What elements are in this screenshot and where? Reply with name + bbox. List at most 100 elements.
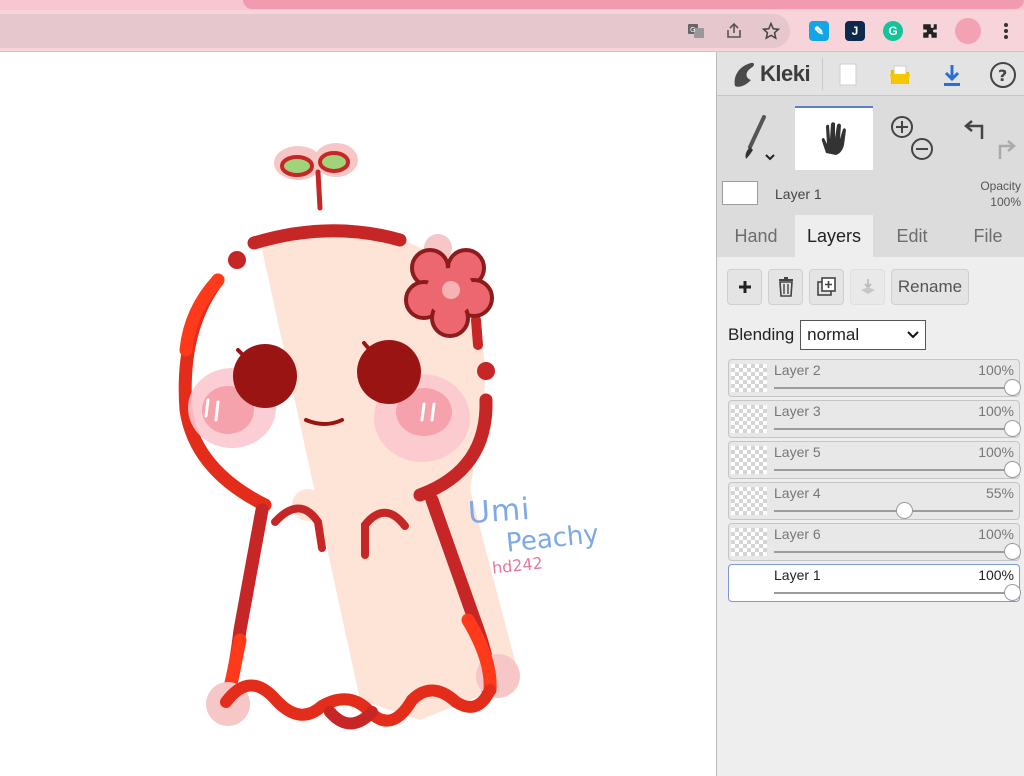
header-divider (822, 58, 823, 90)
plus-icon (738, 281, 751, 293)
layer-opacity: 100% (978, 526, 1014, 542)
layer-opacity-slider[interactable] (774, 461, 1021, 478)
blending-mode-value: normal (807, 325, 860, 344)
layer-item-selected[interactable]: Layer 1 100% (728, 564, 1021, 602)
slider-knob[interactable] (1004, 420, 1021, 437)
merge-layer-button[interactable] (850, 269, 885, 305)
browser-tab-strip (0, 0, 1024, 10)
opacity-label: Opacity (980, 179, 1021, 193)
slider-knob[interactable] (1004, 379, 1021, 396)
add-layer-button[interactable] (727, 269, 762, 305)
layer-opacity: 100% (978, 444, 1014, 460)
browser-toolbar: G ✎ J G (0, 10, 1024, 52)
slider-knob[interactable] (1004, 461, 1021, 478)
layer-thumbnail (731, 405, 767, 433)
browser-menu-icon[interactable] (996, 21, 1016, 41)
current-layer-thumbnail[interactable] (722, 181, 758, 205)
layer-opacity-slider[interactable] (774, 420, 1021, 437)
layer-item[interactable]: Layer 6 100% (728, 523, 1021, 561)
address-bar[interactable] (0, 14, 790, 48)
layer-opacity-slider[interactable] (774, 502, 1013, 519)
layer-name: Layer 4 (774, 485, 821, 501)
tab-layers[interactable]: Layers (795, 215, 873, 257)
layers-tab-content: Rename Blending normal Layer 2 100% Laye… (717, 257, 1024, 776)
blending-row: Blending normal (728, 320, 927, 350)
tab-edit[interactable]: Edit (873, 215, 951, 257)
download-icon (944, 65, 960, 86)
slider-knob[interactable] (896, 502, 914, 519)
folder-icon (890, 65, 910, 84)
layer-name: Layer 2 (774, 362, 821, 378)
layer-opacity-slider[interactable] (774, 543, 1021, 560)
delete-layer-button[interactable] (768, 269, 803, 305)
tab-hand[interactable]: Hand (717, 215, 795, 257)
zoom-in-out-icon (891, 116, 933, 160)
layer-opacity-slider[interactable] (774, 379, 1021, 396)
opacity-value: 100% (990, 195, 1021, 209)
trash-icon (778, 277, 793, 297)
new-image-button[interactable] (833, 60, 863, 90)
layer-actions: Rename (727, 269, 969, 305)
layer-opacity-slider[interactable] (774, 584, 1021, 601)
open-file-button[interactable] (885, 60, 915, 90)
app-title: Kleki (760, 61, 811, 86)
layer-opacity: 100% (978, 362, 1014, 378)
drawing-canvas[interactable]: Umi Peachy hd242 (0, 52, 716, 776)
tab-file[interactable]: File (951, 215, 1024, 257)
layer-item[interactable]: Layer 5 100% (728, 441, 1021, 479)
tool-panel: Kleki ? Layer 1 Opacity 100% Hand Layers… (716, 52, 1024, 776)
profile-avatar-icon[interactable] (955, 18, 981, 44)
layer-item[interactable]: Layer 2 100% (728, 359, 1021, 397)
share-icon[interactable] (724, 21, 744, 41)
rename-layer-button[interactable]: Rename (891, 269, 969, 305)
layer-item[interactable]: Layer 4 55% (728, 482, 1020, 520)
translate-icon[interactable]: G (686, 21, 706, 41)
tool-selector (717, 106, 1024, 170)
duplicate-layer-button[interactable] (809, 269, 844, 305)
browser-active-tab[interactable] (243, 0, 1024, 9)
extension-j-icon[interactable]: J (845, 21, 865, 41)
layer-item[interactable]: Layer 3 100% (728, 400, 1021, 438)
grammarly-icon[interactable]: G (883, 21, 903, 41)
duplicate-icon (816, 277, 836, 296)
extensions-puzzle-icon[interactable] (920, 21, 940, 41)
current-layer-opacity: Opacity 100% (980, 178, 1021, 210)
undo-redo-tool[interactable] (951, 106, 1024, 170)
layer-opacity: 55% (985, 485, 1014, 501)
blending-mode-select[interactable]: normal (800, 320, 927, 350)
layer-opacity: 100% (978, 403, 1014, 419)
svg-text:?: ? (998, 66, 1007, 85)
slider-knob[interactable] (1004, 584, 1021, 601)
blending-label: Blending (728, 325, 795, 344)
signature-umi: Umi (466, 491, 532, 532)
layer-opacity: 100% (978, 567, 1014, 583)
current-layer-name: Layer 1 (775, 186, 822, 202)
download-button[interactable] (937, 60, 967, 90)
layer-thumbnail (731, 487, 767, 515)
extension-sketch-icon[interactable]: ✎ (809, 21, 829, 41)
brush-tool[interactable] (717, 106, 795, 170)
layer-thumbnail (731, 528, 767, 556)
brush-icon (745, 115, 775, 161)
layer-thumbnail (731, 446, 767, 474)
layer-name: Layer 6 (774, 526, 821, 542)
svg-text:G: G (690, 26, 695, 34)
bookmark-star-icon[interactable] (761, 21, 781, 41)
layer-name: Layer 5 (774, 444, 821, 460)
canvas-artwork (178, 143, 520, 730)
kleki-logo-icon (734, 62, 754, 87)
slider-knob[interactable] (1004, 543, 1021, 560)
zoom-tool[interactable] (873, 106, 951, 170)
panel-header: Kleki ? (717, 52, 1024, 96)
hand-tool[interactable] (795, 106, 873, 170)
layer-thumbnail (731, 569, 767, 597)
blank-page-icon (839, 63, 857, 86)
merge-down-icon (860, 279, 875, 294)
help-button[interactable]: ? (988, 60, 1018, 90)
hand-icon (821, 122, 846, 155)
layer-thumbnail (731, 364, 767, 392)
kleki-logo: Kleki (731, 60, 811, 88)
layer-name: Layer 1 (774, 567, 821, 583)
current-layer-info: Layer 1 Opacity 100% (717, 176, 1024, 214)
undo-redo-icon (964, 120, 1016, 159)
